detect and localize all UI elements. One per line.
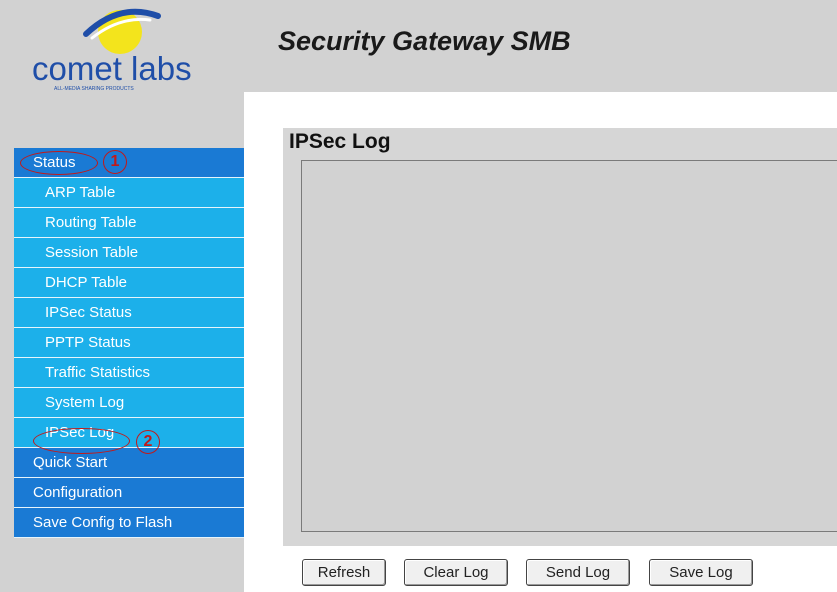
logo-graphic: comet labs ALL-MEDIA SHARING PRODUCTS [32,8,192,92]
sidebar-menu: Status ARP Table Routing Table Session T… [14,148,244,538]
page-title: IPSec Log [289,130,391,153]
sidebar-item-label: Configuration [33,484,123,501]
sidebar-item-ipsec-status[interactable]: IPSec Status [14,298,244,328]
logo-text: comet labs [32,50,192,87]
comet-labs-logo: comet labs ALL-MEDIA SHARING PRODUCTS [28,8,218,92]
send-log-button[interactable]: Send Log [526,559,630,586]
sidebar-item-quick-start[interactable]: Quick Start [14,448,244,478]
sidebar-item-label: DHCP Table [45,274,127,291]
sidebar-item-configuration[interactable]: Configuration [14,478,244,508]
sidebar-item-traffic-statistics[interactable]: Traffic Statistics [14,358,244,388]
refresh-button[interactable]: Refresh [302,559,386,586]
sidebar-item-system-log[interactable]: System Log [14,388,244,418]
log-textarea[interactable] [301,160,837,532]
sidebar-item-pptp-status[interactable]: PPTP Status [14,328,244,358]
sidebar-item-save-config[interactable]: Save Config to Flash [14,508,244,538]
annotation-number-2: 2 [136,430,160,454]
sidebar-item-label: Save Config to Flash [33,514,173,531]
sidebar-item-label: Quick Start [33,454,108,471]
sidebar-item-arp-table[interactable]: ARP Table [14,178,244,208]
sidebar-item-routing-table[interactable]: Routing Table [14,208,244,238]
app-title: Security Gateway SMB [278,26,571,56]
sidebar-item-label: IPSec Status [45,304,132,321]
sidebar-item-session-table[interactable]: Session Table [14,238,244,268]
sidebar-item-label: System Log [45,394,125,411]
save-log-button[interactable]: Save Log [649,559,753,586]
sidebar-item-label: Session Table [45,244,139,261]
annotation-ring-status [20,151,98,175]
annotation-number-1: 1 [103,150,127,174]
clear-log-button[interactable]: Clear Log [404,559,508,586]
sidebar-item-label: PPTP Status [45,334,131,351]
annotation-ring-ipsec-log [33,428,130,454]
sidebar-item-label: Routing Table [45,214,137,231]
sidebar-item-label: Traffic Statistics [45,364,151,381]
sidebar-item-label: ARP Table [45,184,116,201]
sidebar-item-dhcp-table[interactable]: DHCP Table [14,268,244,298]
